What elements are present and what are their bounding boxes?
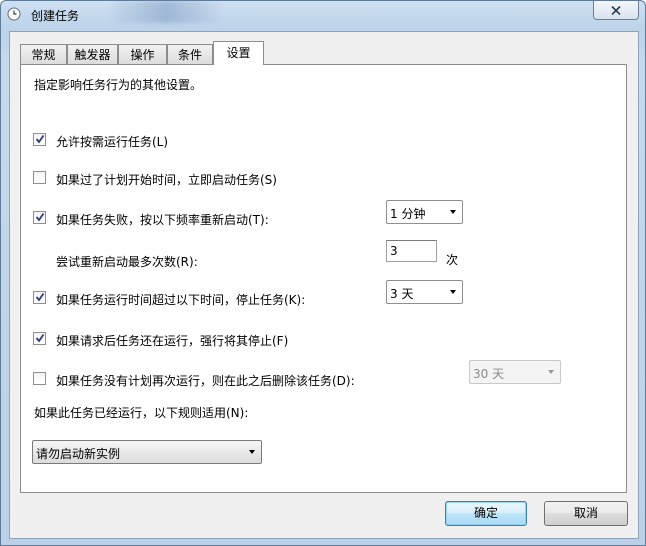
clock-icon (7, 7, 21, 21)
restart-interval-value: 1 分钟 (390, 207, 426, 221)
allow-on-demand-label: 允许按需运行任务(L) (56, 135, 169, 149)
start-if-missed-label: 如果过了计划开始时间，立即启动任务(S) (56, 173, 277, 187)
running-rule-dropdown[interactable]: 请勿启动新实例 (32, 440, 262, 464)
chevron-down-icon (450, 210, 456, 214)
stop-duration-value: 3 天 (390, 287, 414, 301)
tab-conditions[interactable]: 条件 (167, 44, 213, 64)
stop-duration-dropdown[interactable]: 3 天 (386, 280, 463, 304)
running-rule-label: 如果此任务已经运行，以下规则适用(N): (34, 406, 249, 420)
delete-after-value: 30 天 (473, 367, 505, 381)
delete-if-not-scheduled-checkbox[interactable] (33, 372, 46, 385)
chevron-down-icon (450, 290, 456, 294)
title-bar: 创建任务 (1, 1, 645, 29)
delete-if-not-scheduled-label: 如果任务没有计划再次运行，则在此之后删除该任务(D): (56, 374, 355, 388)
tab-triggers[interactable]: 触发器 (67, 44, 118, 64)
dialog-client-area: 常规 触发器 操作 条件 设置 指定影响任务行为的其他设置。 允许按需运行任务(… (9, 31, 639, 539)
close-icon (611, 5, 621, 15)
title-bar-glass (111, 1, 221, 23)
cancel-button[interactable]: 取消 (544, 501, 628, 526)
force-stop-checkbox[interactable] (33, 332, 46, 345)
checkmark-icon (35, 333, 45, 343)
delete-after-dropdown[interactable]: 30 天 (469, 360, 561, 384)
create-task-window: 创建任务 常规 触发器 操作 条件 设置 指定影响任务行为的其他设置。 允许按需… (0, 0, 646, 546)
restart-on-fail-label: 如果任务失败，按以下频率重新启动(T): (56, 213, 269, 227)
tab-actions[interactable]: 操作 (118, 44, 167, 64)
stop-if-runs-longer-label: 如果任务运行时间超过以下时间，停止任务(K): (56, 293, 306, 307)
close-button[interactable] (593, 1, 639, 20)
checkmark-icon (35, 212, 45, 222)
ok-button[interactable]: 确定 (445, 501, 527, 526)
checkmark-icon (35, 134, 45, 144)
tab-general[interactable]: 常规 (20, 44, 67, 64)
chevron-down-icon (548, 370, 554, 374)
restart-on-fail-checkbox[interactable] (33, 211, 46, 224)
running-rule-value: 请勿启动新实例 (36, 447, 121, 461)
settings-panel: 指定影响任务行为的其他设置。 允许按需运行任务(L) 如果过了计划开始时间，立即… (20, 64, 627, 493)
restart-attempts-input[interactable]: 3 (386, 240, 437, 262)
restart-attempts-unit: 次 (446, 253, 459, 267)
tab-settings[interactable]: 设置 (213, 41, 264, 65)
restart-interval-dropdown[interactable]: 1 分钟 (386, 200, 463, 224)
chevron-down-icon (249, 450, 255, 454)
start-if-missed-checkbox[interactable] (33, 171, 46, 184)
checkmark-icon (35, 292, 45, 302)
restart-attempts-label: 尝试重新启动最多次数(R): (56, 255, 198, 269)
window-title: 创建任务 (31, 9, 80, 23)
restart-attempts-value: 3 (390, 244, 398, 258)
allow-on-demand-checkbox[interactable] (33, 133, 46, 146)
force-stop-label: 如果请求后任务还在运行，强行将其停止(F) (56, 334, 289, 348)
settings-description: 指定影响任务行为的其他设置。 (34, 78, 203, 92)
stop-if-runs-longer-checkbox[interactable] (33, 291, 46, 304)
